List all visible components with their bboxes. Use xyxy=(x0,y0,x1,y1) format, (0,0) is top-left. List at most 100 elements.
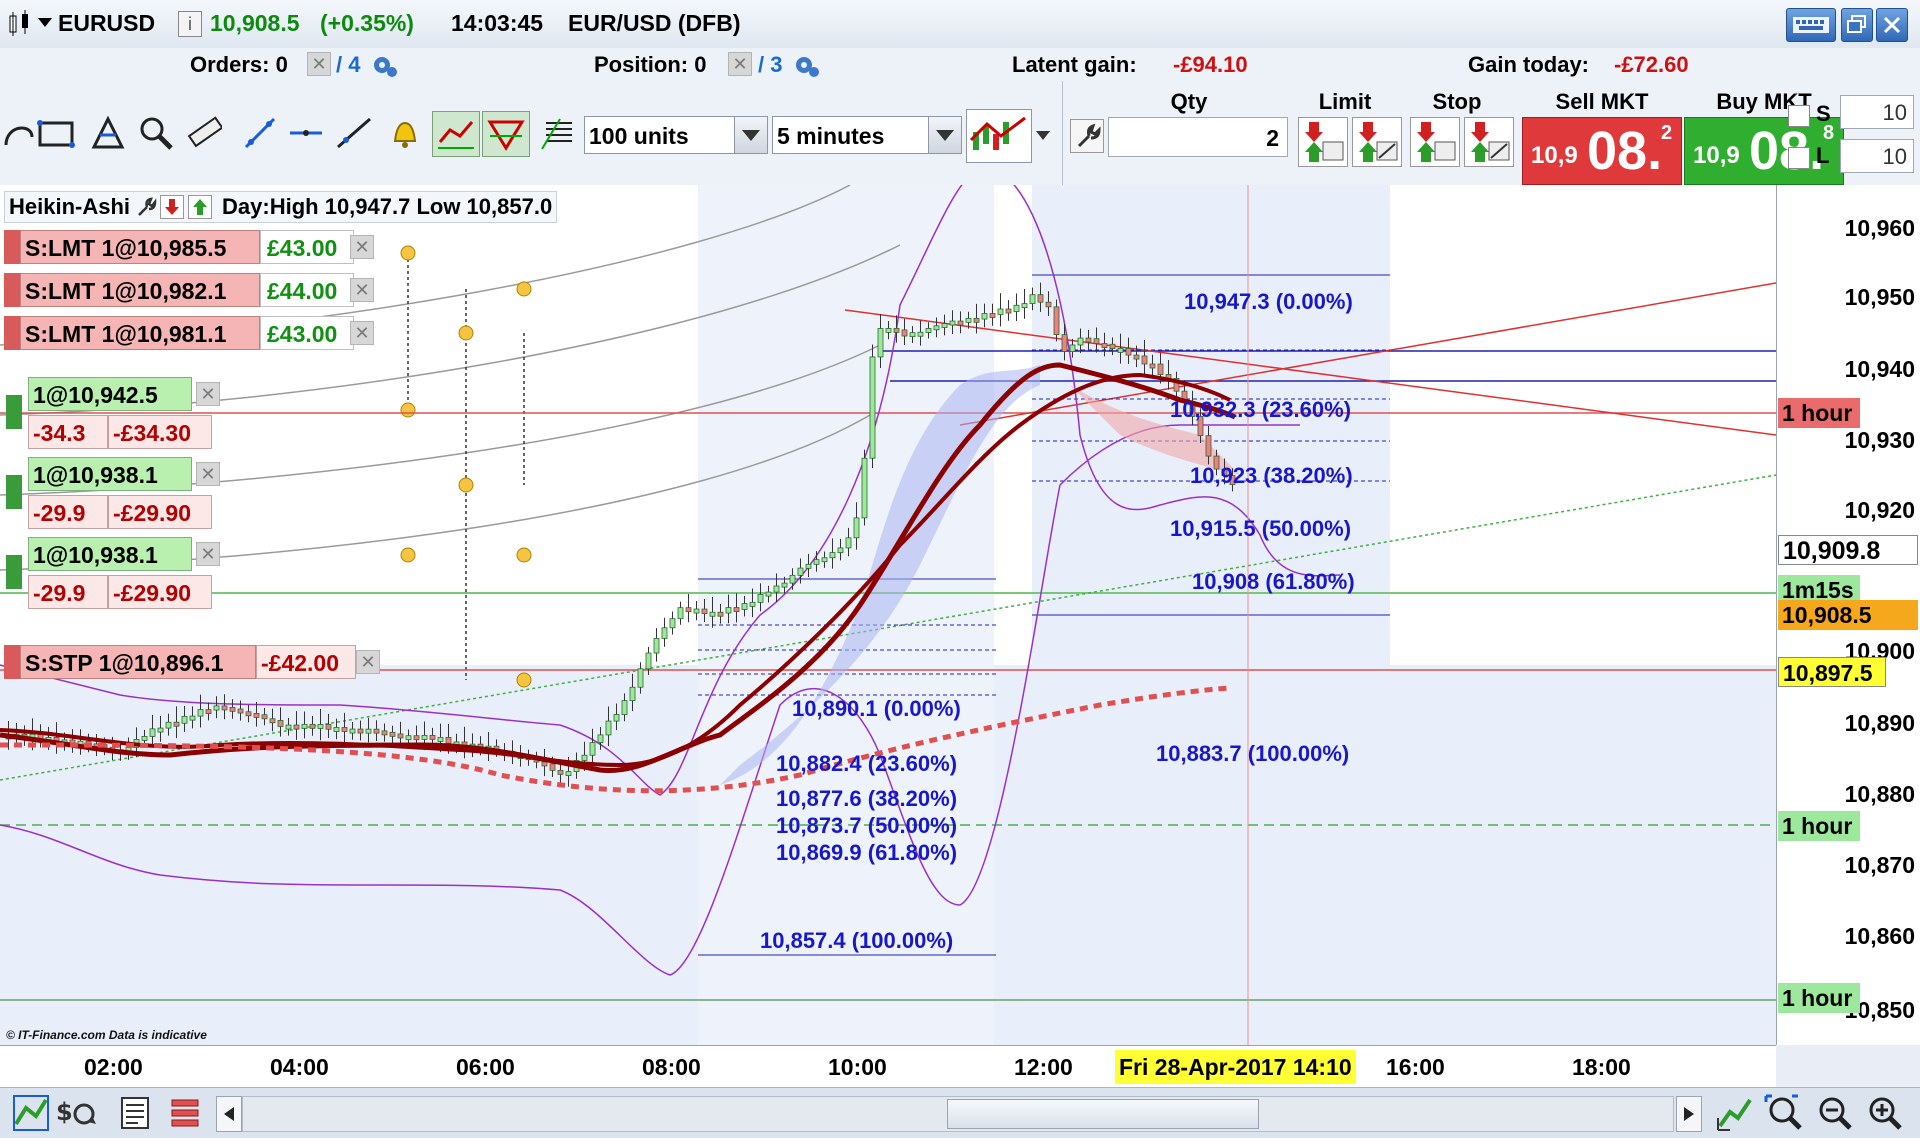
wrench-icon[interactable] xyxy=(1070,119,1104,153)
zoom-in-icon[interactable] xyxy=(1864,1094,1904,1132)
indicator-toggle-icon[interactable] xyxy=(432,111,480,157)
rectangle-tool-icon[interactable] xyxy=(36,111,76,155)
close-icon[interactable] xyxy=(1876,8,1908,42)
stop-sell-icon[interactable] xyxy=(1410,117,1460,167)
order-handle-icon[interactable] xyxy=(4,273,20,307)
qty-input[interactable]: 2 xyxy=(1108,117,1288,157)
sell-price-sup: 2 xyxy=(1661,122,1673,144)
symbol-label[interactable]: EURUSD xyxy=(58,10,155,37)
orders-settings-icon[interactable] xyxy=(370,53,398,79)
candle-body xyxy=(685,607,692,613)
order-cancel-icon[interactable]: ✕ xyxy=(350,278,374,302)
y-tick-label: 10,940 xyxy=(1844,356,1915,382)
price-chart[interactable]: Heikin-Ashi Day:High 10,947.7 Low 10,857… xyxy=(0,185,1776,1045)
stop-order-cancel-icon[interactable]: ✕ xyxy=(356,650,380,674)
position-handle-icon[interactable] xyxy=(6,475,22,509)
chart-style-dropdown-icon[interactable] xyxy=(1036,131,1050,140)
limit-buy-icon[interactable] xyxy=(1352,117,1402,167)
alert-bell-icon[interactable] xyxy=(385,111,425,155)
scroll-track[interactable] xyxy=(242,1096,1674,1132)
scroll-thumb[interactable] xyxy=(947,1099,1259,1129)
position-label[interactable]: 1@10,938.1 xyxy=(28,457,192,491)
scroll-right-button[interactable] xyxy=(1676,1096,1702,1132)
candle-icon[interactable] xyxy=(6,10,32,38)
sell-price-big: 08. xyxy=(1587,121,1663,181)
candle-body xyxy=(885,328,892,333)
trend-line-tool-icon[interactable] xyxy=(334,111,374,155)
svg-text:$: $ xyxy=(56,1098,73,1126)
arrow-up-icon[interactable] xyxy=(188,195,213,219)
horizontal-line-tool-icon[interactable] xyxy=(286,111,326,155)
l-checkbox[interactable] xyxy=(1788,147,1810,169)
order-handle-icon[interactable] xyxy=(4,230,20,264)
ruler-tool-icon[interactable] xyxy=(184,111,224,155)
position-clear-icon[interactable]: ✕ xyxy=(728,52,752,76)
candle-body xyxy=(1069,344,1076,352)
l-input[interactable]: 10 xyxy=(1840,139,1914,173)
position-handle-icon[interactable] xyxy=(6,395,22,429)
candle-body xyxy=(981,313,988,320)
arrow-down-icon[interactable] xyxy=(160,195,185,219)
order-cancel-icon[interactable]: ✕ xyxy=(350,321,374,345)
chevron-down-icon[interactable] xyxy=(928,117,961,153)
restore-icon[interactable] xyxy=(1841,8,1873,42)
interval-select[interactable]: 5 minutes xyxy=(772,116,962,154)
stop-order-label[interactable]: S:STP 1@10,896.1 xyxy=(20,645,256,679)
candle-body xyxy=(1205,435,1212,457)
order-label[interactable]: S:LMT 1@10,985.5 xyxy=(20,230,260,264)
position-handle-icon[interactable] xyxy=(6,555,22,589)
position-close-icon[interactable]: ✕ xyxy=(196,542,220,566)
layers-icon[interactable] xyxy=(168,1096,202,1130)
wrench-icon[interactable] xyxy=(134,195,158,219)
time-axis[interactable]: 02:00 04:00 06:00 08:00 10:00 12:00 16:0… xyxy=(0,1045,1776,1088)
arrow-line-tool-icon[interactable] xyxy=(240,111,280,155)
symbol-dropdown-icon[interactable] xyxy=(38,18,52,27)
s-checkbox[interactable] xyxy=(1788,105,1810,127)
auto-scale-icon[interactable] xyxy=(1716,1094,1754,1132)
candle-body xyxy=(693,608,700,614)
zoom-tool-icon[interactable] xyxy=(136,111,176,155)
orders-label: Orders: 0 xyxy=(190,52,288,77)
chart-canvas[interactable] xyxy=(0,185,1776,1045)
x-tick-label: 08:00 xyxy=(642,1054,701,1080)
chart-link-icon[interactable] xyxy=(12,1094,50,1132)
position-close-icon[interactable]: ✕ xyxy=(196,462,220,486)
chart-type-label[interactable]: Heikin-Ashi xyxy=(9,194,130,220)
lasso-tool-icon[interactable] xyxy=(0,111,40,155)
pattern-toggle-icon[interactable] xyxy=(482,111,530,157)
triangle-tool-icon[interactable] xyxy=(88,111,128,155)
units-select[interactable]: 100 units xyxy=(584,116,768,154)
order-label[interactable]: S:LMT 1@10,981.1 xyxy=(20,316,260,350)
scroll-left-button[interactable] xyxy=(216,1096,242,1132)
chart-style-icon[interactable] xyxy=(966,109,1032,163)
order-handle-icon[interactable] xyxy=(4,645,20,679)
position-settings-icon[interactable] xyxy=(792,53,820,79)
zoom-fit-icon[interactable] xyxy=(1764,1094,1804,1132)
orders-clear-icon[interactable]: ✕ xyxy=(307,52,331,76)
info-icon[interactable]: i xyxy=(178,11,202,37)
order-book-icon[interactable] xyxy=(538,111,578,155)
position-label[interactable]: 1@10,938.1 xyxy=(28,537,192,571)
candle-body xyxy=(653,637,660,654)
s-input[interactable]: 10 xyxy=(1840,95,1914,129)
stop-buy-icon[interactable] xyxy=(1464,117,1514,167)
zoom-out-icon[interactable] xyxy=(1814,1094,1854,1132)
tag-last-price: 10,909.8 xyxy=(1778,535,1918,565)
candle-body xyxy=(1157,363,1164,375)
order-cancel-icon[interactable]: ✕ xyxy=(350,235,374,259)
notes-icon[interactable] xyxy=(118,1096,152,1130)
candle-body xyxy=(957,320,964,326)
position-label[interactable]: 1@10,942.5 xyxy=(28,377,192,411)
position-close-icon[interactable]: ✕ xyxy=(196,382,220,406)
order-label[interactable]: S:LMT 1@10,982.1 xyxy=(20,273,260,307)
candle-body xyxy=(285,724,292,730)
sell-mkt-button[interactable]: 10,9 08. 2 xyxy=(1522,117,1682,185)
y-tick-label: 10,930 xyxy=(1844,427,1915,453)
fib-label: 10,877.6 (38.20%) xyxy=(776,786,958,811)
strategy-icon[interactable]: $ xyxy=(54,1094,100,1132)
limit-sell-icon[interactable] xyxy=(1298,117,1348,167)
header-instrument: EUR/USD (DFB) xyxy=(568,10,741,36)
chevron-down-icon[interactable] xyxy=(734,117,767,153)
order-handle-icon[interactable] xyxy=(4,316,20,350)
keyboard-icon[interactable] xyxy=(1786,8,1836,42)
